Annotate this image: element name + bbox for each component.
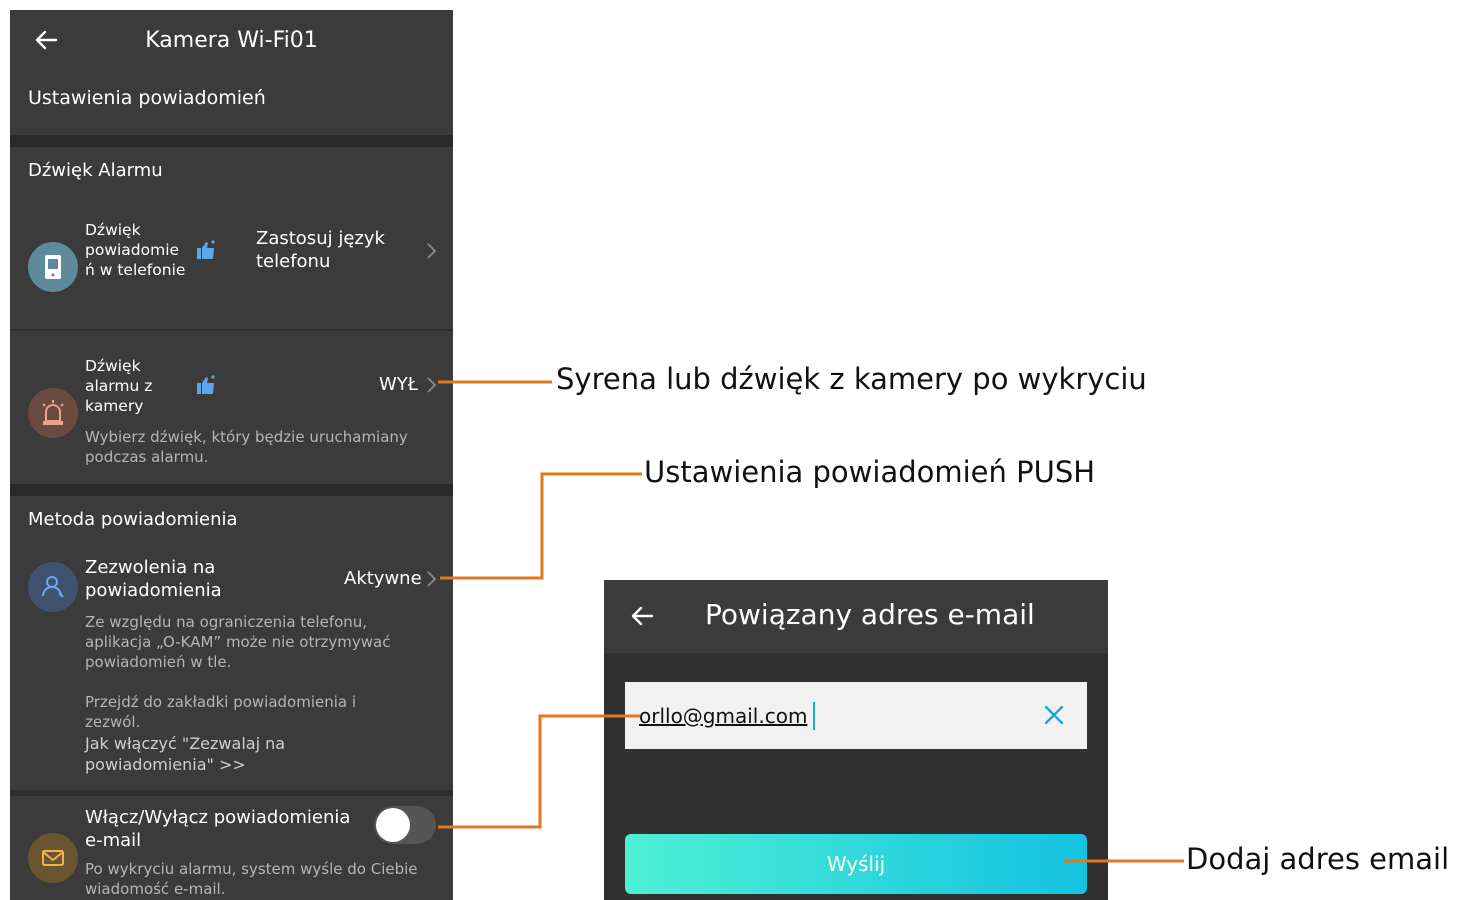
permissions-value: Aktywne <box>344 568 422 589</box>
divider <box>10 790 453 796</box>
email-toggle-switch[interactable] <box>374 806 436 844</box>
toggle-knob <box>376 808 410 842</box>
page-title: Kamera Wi-Fi01 <box>145 28 318 53</box>
email-dialog-header: Powiązany adres e-mail <box>604 580 1108 653</box>
back-arrow-icon[interactable] <box>628 602 656 630</box>
chevron-right-icon <box>427 377 437 393</box>
permissions-help-link[interactable]: Jak włączyć "Zezwalaj na powiadomienia" … <box>85 733 285 775</box>
send-button[interactable]: Wyślij <box>625 834 1087 894</box>
camera-sound-description: Wybierz dźwięk, który będzie uruchamiany… <box>85 428 408 466</box>
leader-push <box>440 472 642 580</box>
user-icon <box>28 562 78 612</box>
chevron-right-icon <box>427 571 437 587</box>
callout-push: Ustawienia powiadomień PUSH <box>644 455 1096 489</box>
chevron-right-icon <box>427 243 437 259</box>
callout-siren: Syrena lub dźwięk z kamery po wykryciu <box>556 362 1147 396</box>
phone-sound-label: Dźwięk powiadomie ń w telefonie <box>85 221 186 279</box>
email-input-value: orllo@gmail.com <box>639 704 808 728</box>
camera-sound-value: WYŁ <box>379 374 418 395</box>
permissions-description: Ze względu na ograniczenia telefonu, apl… <box>85 613 391 731</box>
camera-sound-label: Dźwięk alarmu z kamery <box>85 357 153 415</box>
email-toggle-description: Po wykryciu alarmu, system wyśle do Cieb… <box>85 860 418 898</box>
section-title-alarm: Dźwięk Alarmu <box>28 160 163 181</box>
email-dialog-title: Powiązany adres e-mail <box>705 598 1035 631</box>
notification-settings-screen: Kamera Wi-Fi01 Ustawienia powiadomień Dź… <box>10 10 453 900</box>
section-title-method: Metoda powiadomienia <box>28 509 238 530</box>
clear-icon[interactable] <box>1042 703 1066 727</box>
section-gap <box>10 135 453 147</box>
app-header: Kamera Wi-Fi01 Ustawienia powiadomień <box>10 10 453 135</box>
thumbs-up-icon <box>197 240 215 259</box>
phone-icon <box>28 242 78 292</box>
callout-add-email: Dodaj adres email <box>1186 842 1450 876</box>
email-dialog: Powiązany adres e-mail orllo@gmail.com W… <box>604 580 1108 900</box>
section-gap <box>10 484 453 496</box>
thumbs-up-icon <box>197 375 215 394</box>
email-toggle-label: Włącz/Wyłącz powiadomienia e-mail <box>85 807 351 851</box>
siren-icon <box>28 388 78 438</box>
email-input[interactable]: orllo@gmail.com <box>625 682 1087 749</box>
text-caret <box>813 702 815 730</box>
permissions-label: Zezwolenia na powiadomienia <box>85 557 222 601</box>
mail-icon <box>28 833 78 883</box>
phone-sound-value: Zastosuj język telefonu <box>256 228 385 272</box>
page-subtitle: Ustawienia powiadomień <box>28 87 266 109</box>
divider <box>10 329 453 331</box>
